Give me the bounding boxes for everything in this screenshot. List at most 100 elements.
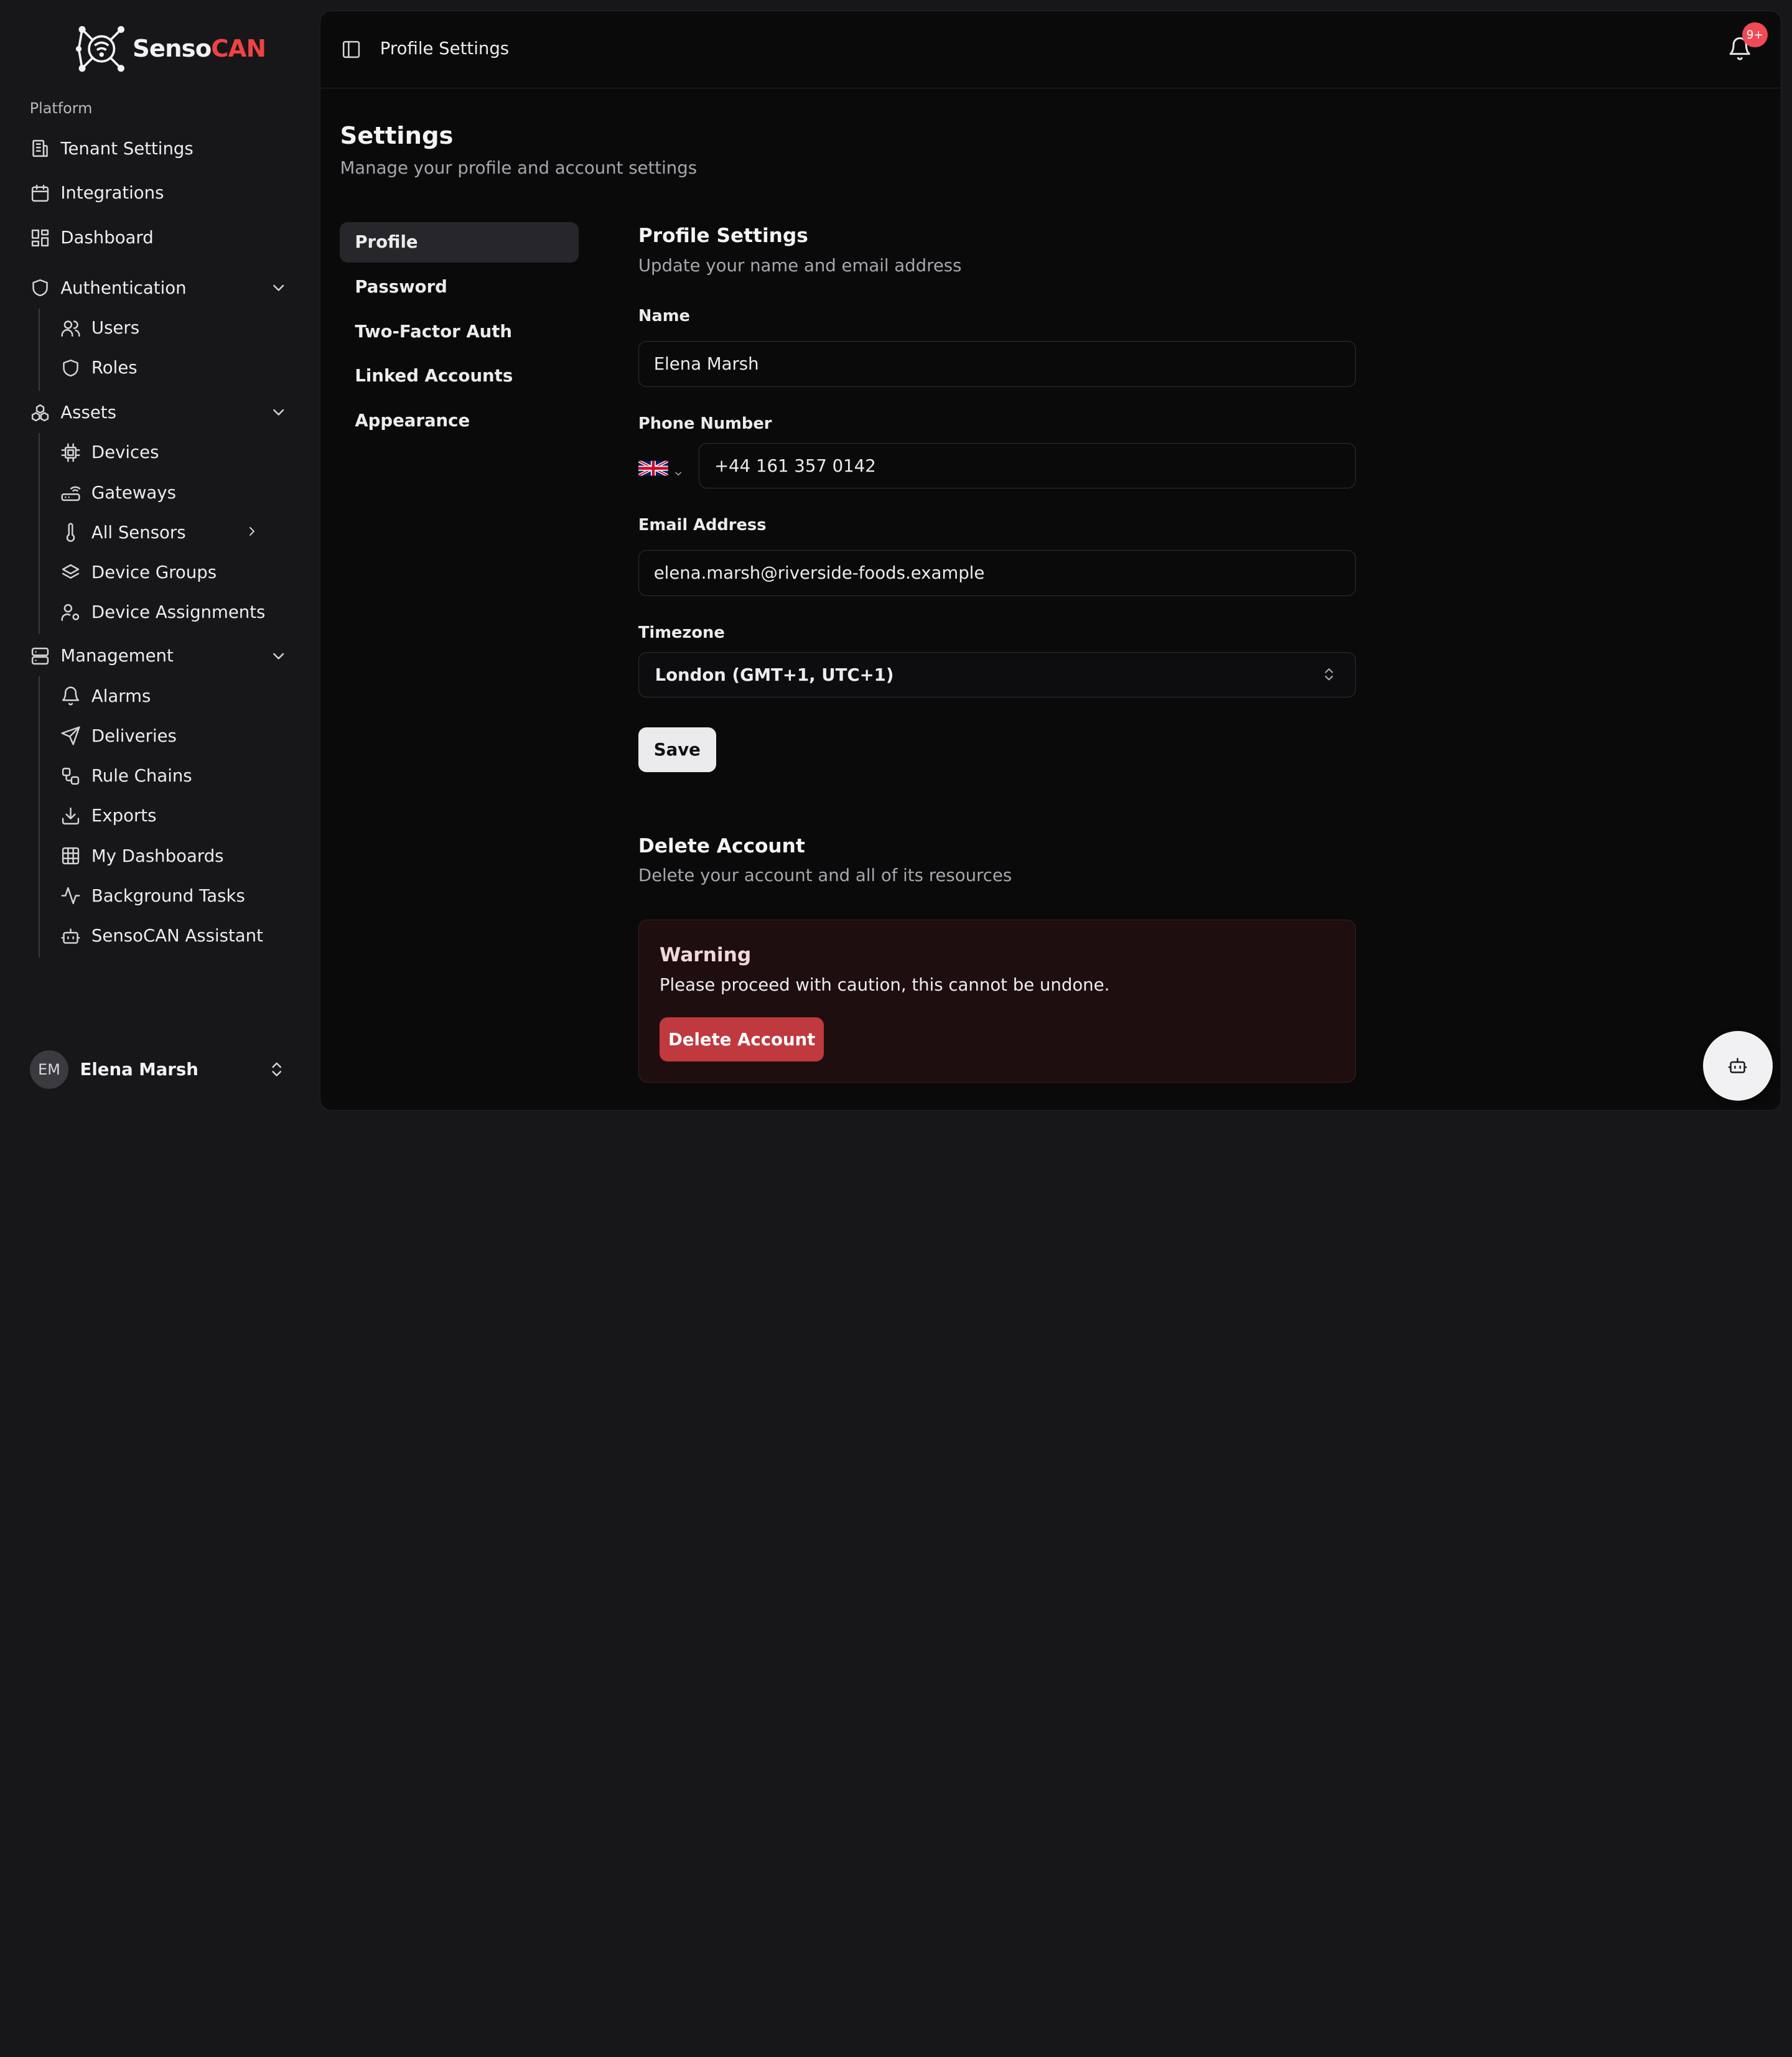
sidebar-group-management[interactable]: Management xyxy=(30,638,292,674)
calendar-icon xyxy=(30,183,50,203)
sidebar-item-integrations[interactable]: Integrations xyxy=(30,175,292,212)
sidebar-item-label: Dashboard xyxy=(60,228,154,248)
warning-box: Warning Please proceed with caution, thi… xyxy=(638,919,1356,1083)
sidebar-group-label: Platform xyxy=(29,99,93,117)
boxes-icon xyxy=(30,403,50,423)
sidebar-item-all-sensors[interactable]: All Sensors xyxy=(60,515,272,551)
sidebar-item-label: Integrations xyxy=(60,183,164,203)
chevron-down-icon xyxy=(269,647,287,665)
chevrons-up-down-icon xyxy=(268,1060,286,1083)
sidebar-item-users[interactable]: Users xyxy=(60,310,272,347)
bot-icon xyxy=(1727,1055,1748,1076)
thermometer-icon xyxy=(60,522,81,543)
sidebar-item-label: All Sensors xyxy=(91,522,186,543)
sidebar-item-label: Device Assignments xyxy=(91,602,266,623)
submenu-divider xyxy=(39,308,40,391)
name-input[interactable] xyxy=(638,341,1356,387)
users-icon xyxy=(60,318,81,338)
user-name: Elena Marsh xyxy=(80,1060,198,1080)
submenu-divider xyxy=(39,676,40,958)
user-menu[interactable]: EM Elena Marsh xyxy=(29,1049,291,1090)
tab-linked-accounts[interactable]: Linked Accounts xyxy=(340,356,579,396)
breadcrumb: Profile Settings xyxy=(380,38,510,58)
name-label: Name xyxy=(638,307,690,326)
brand-name: SensoCAN xyxy=(133,35,266,63)
main-panel: Profile Settings 9+ Settings Manage your… xyxy=(320,10,1782,1111)
sidebar-item-device-groups[interactable]: Device Groups xyxy=(60,554,272,591)
tab-two-factor-auth[interactable]: Two-Factor Auth xyxy=(340,312,579,352)
sidebar-group-title: Authentication xyxy=(60,278,187,298)
top-bar: Profile Settings 9+ xyxy=(320,11,1781,89)
email-label: Email Address xyxy=(638,516,767,535)
table-grid-icon xyxy=(60,846,81,866)
router-icon xyxy=(60,482,81,503)
email-input[interactable] xyxy=(638,550,1356,596)
bell-icon xyxy=(60,686,81,706)
phone-label: Phone Number xyxy=(638,414,772,433)
avatar: EM xyxy=(29,1050,69,1089)
assistant-fab-button[interactable] xyxy=(1702,1030,1773,1101)
sidebar: SensoCAN Platform Tenant Settings Integr… xyxy=(0,0,320,1120)
sidebar-item-label: SensoCAN Assistant xyxy=(91,926,263,946)
brand-logo[interactable]: SensoCAN xyxy=(75,25,266,73)
sidebar-item-deliveries[interactable]: Deliveries xyxy=(60,717,272,754)
sidebar-group-title: Assets xyxy=(60,403,116,423)
tab-appearance[interactable]: Appearance xyxy=(340,401,579,441)
sidebar-item-device-assignments[interactable]: Device Assignments xyxy=(60,594,272,631)
timezone-label: Timezone xyxy=(638,623,725,642)
sidebar-item-exports[interactable]: Exports xyxy=(60,798,272,834)
send-icon xyxy=(60,725,81,746)
page-subtitle: Manage your profile and account settings xyxy=(340,158,698,179)
server-icon xyxy=(30,646,50,666)
sidebar-group-authentication[interactable]: Authentication xyxy=(30,269,292,306)
sidebar-item-label: Tenant Settings xyxy=(60,138,194,159)
sidebar-item-alarms[interactable]: Alarms xyxy=(60,678,272,714)
sidebar-item-label: Exports xyxy=(91,806,157,826)
app-root: SensoCAN Platform Tenant Settings Integr… xyxy=(0,0,1792,1120)
page-title: Settings xyxy=(340,121,454,150)
cpu-icon xyxy=(60,442,81,463)
tab-profile[interactable]: Profile xyxy=(340,222,579,263)
sidebar-item-rule-chains[interactable]: Rule Chains xyxy=(60,758,272,795)
layers-icon xyxy=(60,562,81,583)
phone-input[interactable] xyxy=(699,442,1356,489)
sidebar-item-label: Deliveries xyxy=(91,725,177,746)
chevrons-up-down-icon xyxy=(1321,666,1337,687)
country-code-select[interactable] xyxy=(638,457,686,480)
tab-password[interactable]: Password xyxy=(340,267,579,307)
user-cog-icon xyxy=(60,602,81,623)
delete-section-title: Delete Account xyxy=(638,834,805,857)
sidebar-item-dashboard[interactable]: Dashboard xyxy=(30,220,292,256)
chevron-down-icon xyxy=(269,403,287,421)
download-icon xyxy=(60,806,81,826)
save-button[interactable]: Save xyxy=(638,727,716,772)
layout-grid-icon xyxy=(30,228,50,248)
sidebar-item-label: Background Tasks xyxy=(91,885,245,906)
sidebar-item-sensocan-assistant[interactable]: SensoCAN Assistant xyxy=(60,918,272,954)
sidebar-item-label: Devices xyxy=(91,442,159,463)
sidebar-item-label: Users xyxy=(91,318,140,338)
sidebar-item-my-dashboards[interactable]: My Dashboards xyxy=(60,837,272,874)
timezone-select[interactable]: London (GMT+1, UTC+1) xyxy=(638,651,1356,698)
sidebar-item-background-tasks[interactable]: Background Tasks xyxy=(60,878,272,915)
sidebar-item-devices[interactable]: Devices xyxy=(60,434,272,471)
sidebar-group-title: Management xyxy=(60,646,174,666)
sidebar-item-roles[interactable]: Roles xyxy=(60,350,272,386)
sidebar-item-label: Rule Chains xyxy=(91,766,192,786)
chevron-right-icon xyxy=(245,523,263,541)
shield-icon xyxy=(60,358,81,378)
submenu-divider xyxy=(39,433,40,635)
sidebar-item-gateways[interactable]: Gateways xyxy=(60,474,272,511)
sidebar-item-label: Device Groups xyxy=(91,562,217,583)
chevron-down-icon xyxy=(673,462,684,476)
sidebar-item-label: My Dashboards xyxy=(91,846,224,866)
sidebar-item-tenant-settings[interactable]: Tenant Settings xyxy=(30,130,292,167)
chevron-down-icon xyxy=(269,279,287,297)
delete-account-button[interactable]: Delete Account xyxy=(659,1017,824,1062)
delete-section-subtitle: Delete your account and all of its resou… xyxy=(638,865,1012,886)
warning-text: Please proceed with caution, this cannot… xyxy=(659,974,1110,995)
panel-left-icon[interactable] xyxy=(341,39,362,60)
bot-icon xyxy=(60,926,81,946)
sensocan-logo-icon xyxy=(76,26,125,72)
sidebar-group-assets[interactable]: Assets xyxy=(30,394,292,431)
